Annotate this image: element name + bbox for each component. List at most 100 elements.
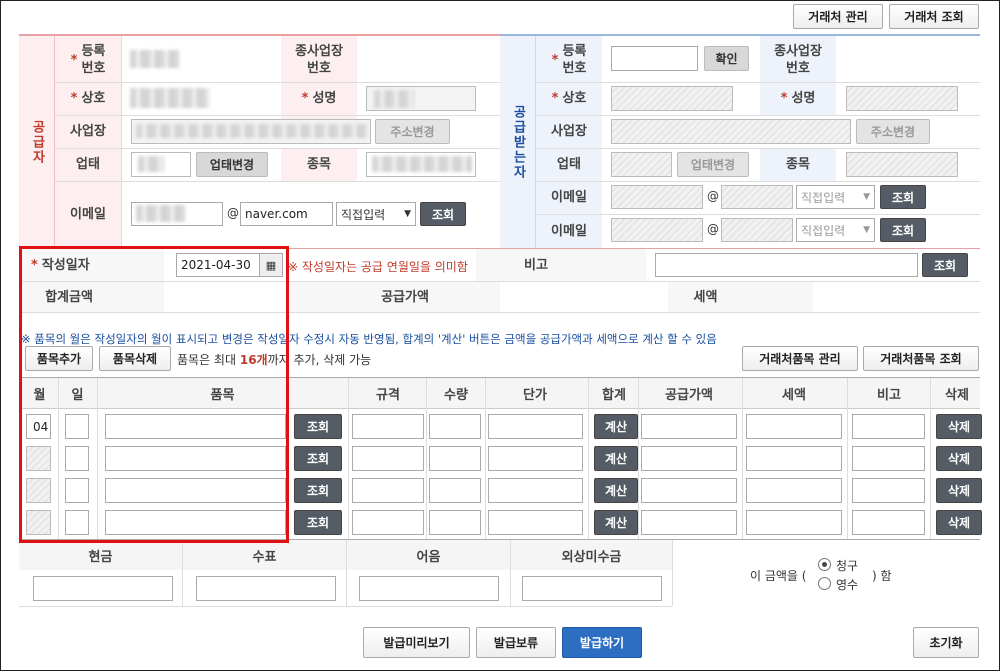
chevron-down-icon: ▼	[863, 225, 870, 235]
row2-spec[interactable]	[352, 446, 424, 471]
row2-delete-button[interactable]: 삭제	[936, 446, 982, 471]
row3-item-input[interactable]	[105, 478, 286, 503]
partner-lookup-button[interactable]: 거래처 조회	[889, 4, 979, 29]
receiver-email-id-input[interactable]	[611, 185, 703, 209]
receiver-biztype-label: 업태	[557, 157, 581, 172]
remark-input[interactable]	[655, 253, 918, 277]
row1-unitprice[interactable]	[488, 414, 583, 439]
row3-spec[interactable]	[352, 478, 424, 503]
row2-day[interactable]	[65, 446, 89, 471]
row3-day[interactable]	[65, 478, 89, 503]
supplier-email-domain-input[interactable]: naver.com	[240, 202, 333, 226]
receiver-address-field[interactable]	[611, 119, 851, 144]
row3-unitprice[interactable]	[488, 478, 583, 503]
issue-hold-button[interactable]: 발급보류	[476, 627, 556, 658]
row1-lookup-button[interactable]: 조회	[294, 414, 342, 439]
row3-tax[interactable]	[746, 478, 842, 503]
row4-supply[interactable]	[641, 510, 737, 535]
receiver-email2-domain-select[interactable]: 직접입력 ▼	[796, 218, 875, 242]
payment-bill-label: 어음	[416, 549, 441, 565]
payment-cash-input[interactable]	[33, 576, 173, 601]
row1-tax[interactable]	[746, 414, 842, 439]
receiver-confirm-button[interactable]: 확인	[704, 46, 749, 71]
row2-qty[interactable]	[429, 446, 481, 471]
calendar-icon[interactable]: ▦	[259, 253, 283, 277]
row1-supply[interactable]	[641, 414, 737, 439]
row4-qty[interactable]	[429, 510, 481, 535]
receiver-email2-lookup-button[interactable]: 조회	[880, 218, 926, 242]
row1-remark[interactable]	[852, 414, 925, 439]
row1-item-input[interactable]	[105, 414, 286, 439]
payment-check-input[interactable]	[196, 576, 336, 601]
reset-button[interactable]: 초기화	[913, 627, 979, 658]
row4-tax[interactable]	[746, 510, 842, 535]
row1-delete-button[interactable]: 삭제	[936, 414, 982, 439]
row1-qty[interactable]	[429, 414, 481, 439]
row2-item-input[interactable]	[105, 446, 286, 471]
row2-lookup-button[interactable]: 조회	[294, 446, 342, 471]
payment-bill-input[interactable]	[359, 576, 499, 601]
receiver-email-domain-input[interactable]	[721, 185, 793, 209]
masked-email-id	[136, 205, 186, 222]
row4-spec[interactable]	[352, 510, 424, 535]
receiver-email2-domain-input[interactable]	[721, 218, 793, 242]
receiver-email2-id-input[interactable]	[611, 218, 703, 242]
row1-calc-button[interactable]: 계산	[594, 414, 638, 439]
row3-lookup-button[interactable]: 조회	[294, 478, 342, 503]
receiver-biztype-field[interactable]	[611, 152, 672, 177]
row3-qty[interactable]	[429, 478, 481, 503]
row4-calc-button[interactable]: 계산	[594, 510, 638, 535]
row3-month[interactable]	[26, 478, 51, 503]
row4-item-input[interactable]	[105, 510, 286, 535]
row1-month[interactable]: 04	[26, 414, 51, 439]
col-item: 품목	[210, 388, 235, 403]
partner-manage-button[interactable]: 거래처 관리	[793, 4, 883, 29]
date-input[interactable]: 2021-04-30	[176, 253, 260, 277]
partner-item-lookup-button[interactable]: 거래처품목 조회	[863, 346, 979, 371]
supply-label: 공급가액	[381, 289, 429, 305]
row3-remark[interactable]	[852, 478, 925, 503]
row4-delete-button[interactable]: 삭제	[936, 510, 982, 535]
issue-button[interactable]: 발급하기	[562, 627, 642, 658]
col-tax: 세액	[782, 388, 806, 403]
receiver-address-change-button[interactable]: 주소변경	[856, 119, 930, 144]
partner-item-manage-button[interactable]: 거래처품목 관리	[742, 346, 858, 371]
supplier-email-domain-select[interactable]: 직접입력 ▼	[336, 202, 416, 226]
row1-spec[interactable]	[352, 414, 424, 439]
row3-delete-button[interactable]: 삭제	[936, 478, 982, 503]
row4-day[interactable]	[65, 510, 89, 535]
row2-remark[interactable]	[852, 446, 925, 471]
row2-calc-button[interactable]: 계산	[594, 446, 638, 471]
remark-lookup-button[interactable]: 조회	[922, 253, 968, 277]
supplier-address-change-button[interactable]: 주소변경	[375, 119, 450, 144]
row4-month[interactable]	[26, 510, 51, 535]
row4-remark[interactable]	[852, 510, 925, 535]
receiver-company-field[interactable]	[611, 86, 733, 111]
row2-unitprice[interactable]	[488, 446, 583, 471]
masked-company	[130, 88, 210, 108]
row2-supply[interactable]	[641, 446, 737, 471]
receiver-ceo-field[interactable]	[846, 86, 958, 111]
receiver-biztype-change-button[interactable]: 업태변경	[677, 152, 749, 177]
receiver-reg-input[interactable]	[611, 46, 698, 71]
chevron-down-icon: ▼	[404, 209, 411, 219]
row2-month[interactable]	[26, 446, 51, 471]
receiver-item-field[interactable]	[846, 152, 958, 177]
row3-supply[interactable]	[641, 478, 737, 503]
payment-credit-input[interactable]	[522, 576, 662, 601]
row4-unitprice[interactable]	[488, 510, 583, 535]
supplier-email-lookup-button[interactable]: 조회	[420, 202, 466, 226]
issue-preview-button[interactable]: 발급미리보기	[363, 627, 470, 658]
row3-calc-button[interactable]: 계산	[594, 478, 638, 503]
row4-lookup-button[interactable]: 조회	[294, 510, 342, 535]
receipt-label: 영수	[836, 578, 859, 592]
item-delete-button[interactable]: 품목삭제	[99, 346, 171, 371]
receipt-radio[interactable]	[818, 577, 831, 590]
receiver-email-lookup-button[interactable]: 조회	[880, 185, 926, 209]
row1-day[interactable]	[65, 414, 89, 439]
row2-tax[interactable]	[746, 446, 842, 471]
claim-radio[interactable]	[818, 558, 831, 571]
supplier-biztype-change-button[interactable]: 업태변경	[196, 152, 268, 177]
receiver-email-domain-select[interactable]: 직접입력 ▼	[796, 185, 875, 209]
item-add-button[interactable]: 품목추가	[25, 346, 93, 371]
